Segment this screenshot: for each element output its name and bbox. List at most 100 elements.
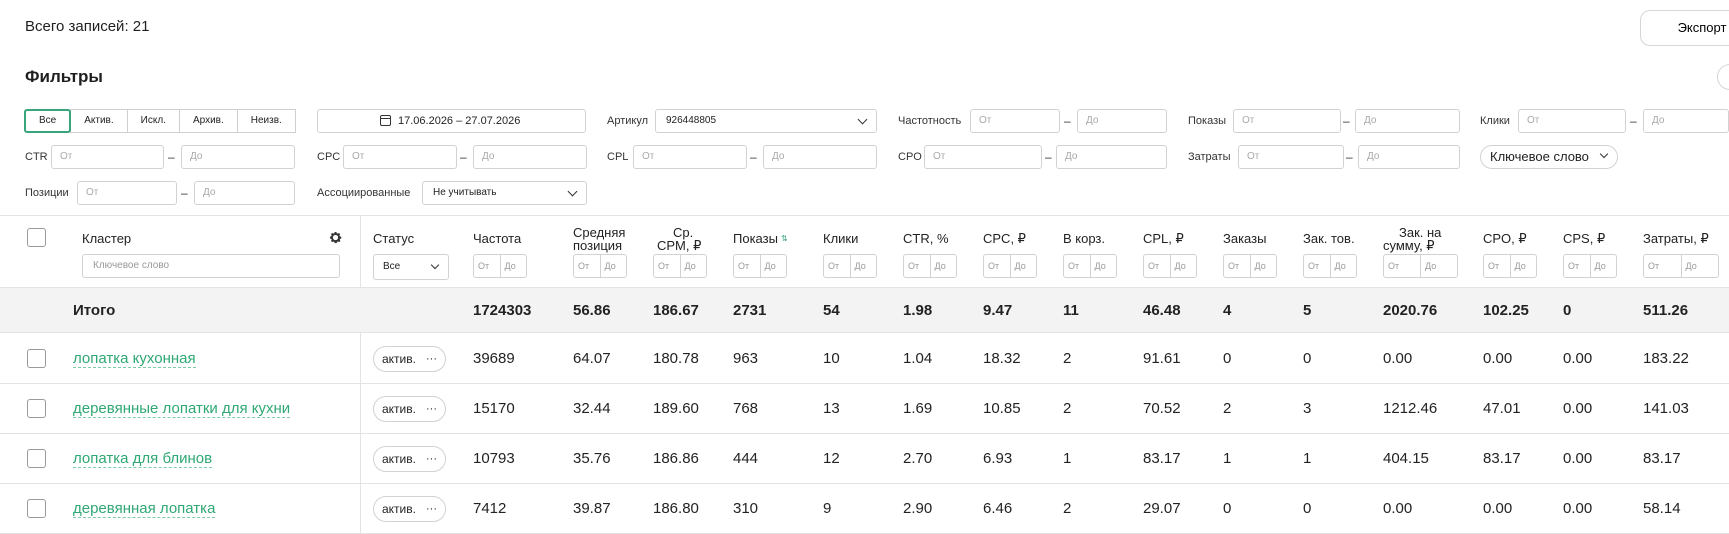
frequency-to-input[interactable]: До xyxy=(1077,109,1167,133)
to-field[interactable]: До xyxy=(1509,255,1537,277)
shows-from-input[interactable]: От xyxy=(1233,109,1341,133)
select-all-checkbox[interactable] xyxy=(27,228,46,247)
clicks-to-input[interactable]: До xyxy=(1643,109,1729,133)
to-field[interactable]: До xyxy=(1680,255,1719,277)
to-field[interactable]: До xyxy=(1009,255,1037,277)
cpm-range-filter[interactable]: От До xyxy=(653,254,707,278)
tab-active[interactable]: Актив. xyxy=(70,109,128,133)
col-cpl[interactable]: CPL, ₽ xyxy=(1143,232,1184,245)
status-pill[interactable]: актив. ··· xyxy=(373,346,446,372)
ordered-goods-range-filter[interactable]: От До xyxy=(1303,254,1357,278)
shows-range-filter[interactable]: От До xyxy=(733,254,787,278)
row-checkbox[interactable] xyxy=(27,349,46,368)
status-pill[interactable]: актив. ··· xyxy=(373,396,446,422)
cps-range-filter[interactable]: От До xyxy=(1563,254,1617,278)
ctr-from-input[interactable]: От xyxy=(51,145,164,169)
shows-to-input[interactable]: До xyxy=(1355,109,1460,133)
col-avgpos-line2[interactable]: позиция xyxy=(573,239,622,252)
from-field[interactable]: От xyxy=(474,255,500,277)
col-order-sum-line2[interactable]: сумму, ₽ xyxy=(1383,239,1435,252)
from-field[interactable]: От xyxy=(1224,255,1250,277)
col-shows[interactable]: Показы ⇅ xyxy=(733,232,788,245)
ctr-to-input[interactable]: До xyxy=(181,145,295,169)
positions-from-input[interactable]: От xyxy=(77,181,177,205)
tab-unknown[interactable]: Неизв. xyxy=(236,109,296,133)
cart-range-filter[interactable]: От До xyxy=(1063,254,1117,278)
clicks-from-input[interactable]: От xyxy=(1518,109,1626,133)
col-cart[interactable]: В корз. xyxy=(1063,232,1105,245)
avgpos-range-filter[interactable]: От До xyxy=(573,254,627,278)
col-cpo[interactable]: CPO, ₽ xyxy=(1483,232,1527,245)
associated-select[interactable]: Не учитывать xyxy=(422,181,587,205)
tab-excluded[interactable]: Искл. xyxy=(126,109,180,133)
sort-icon[interactable]: ⇅ xyxy=(781,234,788,243)
to-field[interactable]: До xyxy=(599,255,627,277)
to-field[interactable]: До xyxy=(499,255,527,277)
cpl-from-input[interactable]: От xyxy=(633,145,747,169)
from-field[interactable]: От xyxy=(734,255,760,277)
cpo-from-input[interactable]: От xyxy=(924,145,1042,169)
from-field[interactable]: От xyxy=(1304,255,1330,277)
col-status[interactable]: Статус xyxy=(373,232,414,245)
frequency-from-input[interactable]: От xyxy=(970,109,1060,133)
from-field[interactable]: От xyxy=(1484,255,1510,277)
to-field[interactable]: До xyxy=(1089,255,1117,277)
col-clicks[interactable]: Клики xyxy=(823,232,858,245)
costs-range-filter[interactable]: От До xyxy=(1643,254,1719,278)
to-field[interactable]: До xyxy=(1169,255,1197,277)
col-costs[interactable]: Затраты, ₽ xyxy=(1643,232,1709,245)
status-column-select[interactable]: Все xyxy=(373,254,449,280)
from-field[interactable]: От xyxy=(574,255,600,277)
to-field[interactable]: До xyxy=(679,255,707,277)
costs-from-input[interactable]: От xyxy=(1238,145,1344,169)
col-ordered-goods[interactable]: Зак. тов. xyxy=(1303,232,1355,245)
tab-all[interactable]: Все xyxy=(24,109,72,133)
clicks-range-filter[interactable]: От До xyxy=(823,254,877,278)
export-button[interactable]: Экспорт xyxy=(1640,10,1729,46)
cpl-range-filter[interactable]: От До xyxy=(1143,254,1197,278)
keyword-link[interactable]: лопатка для блинов xyxy=(73,450,213,468)
from-field[interactable]: От xyxy=(1064,255,1090,277)
from-field[interactable]: От xyxy=(654,255,680,277)
row-checkbox[interactable] xyxy=(27,399,46,418)
cpc-range-filter[interactable]: От До xyxy=(983,254,1037,278)
from-field[interactable]: От xyxy=(824,255,850,277)
from-field[interactable]: От xyxy=(984,255,1010,277)
from-field[interactable]: От xyxy=(1644,255,1681,277)
to-field[interactable]: До xyxy=(1420,255,1457,277)
status-pill[interactable]: актив. ··· xyxy=(373,496,446,522)
col-frequency[interactable]: Частота xyxy=(473,232,521,245)
from-field[interactable]: От xyxy=(1564,255,1590,277)
to-field[interactable]: До xyxy=(849,255,877,277)
positions-to-input[interactable]: До xyxy=(194,181,295,205)
from-field[interactable]: От xyxy=(904,255,930,277)
keyword-column-input[interactable]: Ключевое слово xyxy=(82,254,340,278)
keyword-link[interactable]: лопатка кухонная xyxy=(73,350,196,368)
keyword-link[interactable]: деревянные лопатки для кухни xyxy=(73,400,291,418)
col-ctr[interactable]: CTR, % xyxy=(903,232,949,245)
cpc-from-input[interactable]: От xyxy=(343,145,457,169)
gear-icon[interactable] xyxy=(328,230,343,245)
order-sum-range-filter[interactable]: От До xyxy=(1383,254,1458,278)
date-range-picker[interactable]: 17.06.2026 – 27.07.2026 xyxy=(317,109,586,133)
keyword-link[interactable]: деревянная лопатка xyxy=(73,500,216,518)
orders-range-filter[interactable]: От До xyxy=(1223,254,1277,278)
frequency-range-filter[interactable]: От До xyxy=(473,254,527,278)
collapse-filters-button[interactable] xyxy=(1717,64,1729,90)
col-cps[interactable]: CPS, ₽ xyxy=(1563,232,1605,245)
row-checkbox[interactable] xyxy=(27,449,46,468)
from-field[interactable]: От xyxy=(1144,255,1170,277)
keyword-filter-pill[interactable]: Ключевое слово xyxy=(1480,145,1618,169)
cpc-to-input[interactable]: До xyxy=(473,145,587,169)
article-select[interactable]: 926448805 xyxy=(655,109,877,133)
cpo-range-filter[interactable]: От До xyxy=(1483,254,1537,278)
to-field[interactable]: До xyxy=(759,255,787,277)
col-orders[interactable]: Заказы xyxy=(1223,232,1266,245)
to-field[interactable]: До xyxy=(1249,255,1277,277)
to-field[interactable]: До xyxy=(1589,255,1617,277)
col-cpm-line2[interactable]: CPM, ₽ xyxy=(657,239,701,252)
row-checkbox[interactable] xyxy=(27,499,46,518)
to-field[interactable]: До xyxy=(929,255,957,277)
tab-archived[interactable]: Архив. xyxy=(178,109,238,133)
from-field[interactable]: От xyxy=(1384,255,1420,277)
